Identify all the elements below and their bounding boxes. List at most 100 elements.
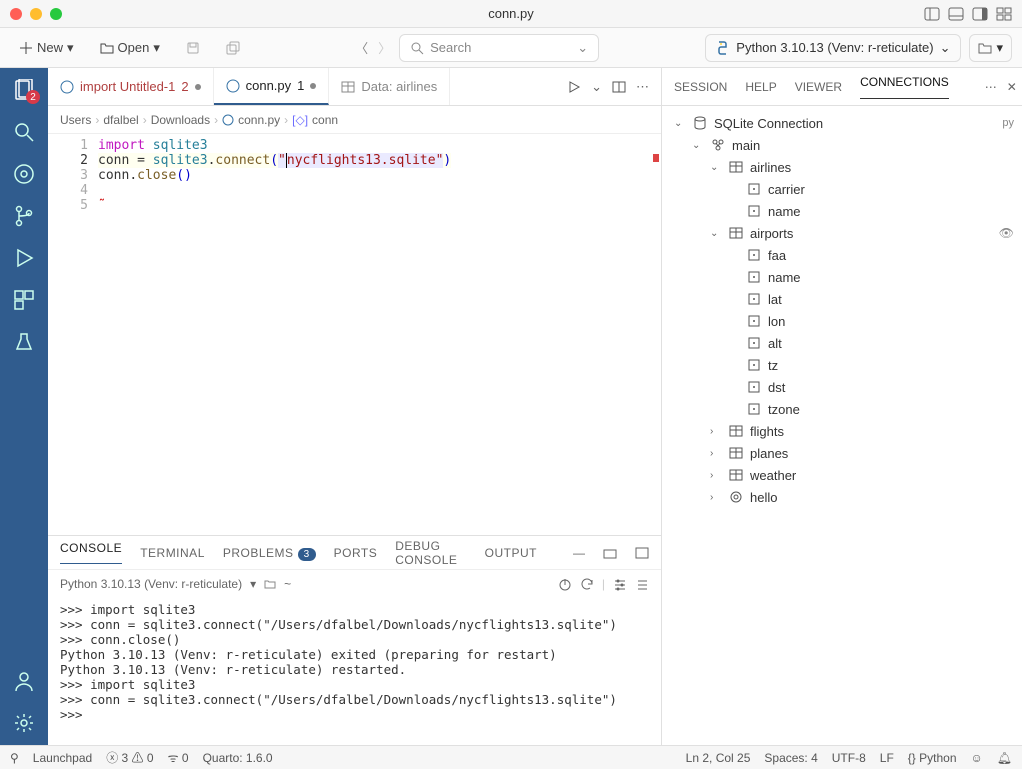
status-feedback-icon[interactable]: ☺ <box>971 751 983 765</box>
run-debug-icon[interactable] <box>12 246 36 270</box>
tree-row[interactable]: name <box>670 200 1014 222</box>
new-button[interactable]: New ▾ <box>10 35 83 61</box>
search-side-icon[interactable] <box>12 120 36 144</box>
working-dir-button[interactable]: ▾ <box>969 34 1012 62</box>
tree-node-label: alt <box>768 336 782 351</box>
status-spaces[interactable]: Spaces: 4 <box>764 751 817 765</box>
tree-row[interactable]: alt <box>670 332 1014 354</box>
save-all-button[interactable] <box>217 36 249 60</box>
console-output[interactable]: >>> import sqlite3 >>> conn = sqlite3.co… <box>48 598 661 745</box>
tab-viewer[interactable]: VIEWER <box>795 80 842 94</box>
launchpad-icon[interactable]: ⚲ <box>10 751 19 765</box>
panel-left-icon[interactable] <box>924 6 940 22</box>
tree-row[interactable]: lon <box>670 310 1014 332</box>
console-interpreter[interactable]: Python 3.10.13 (Venv: r-reticulate) <box>60 577 242 591</box>
list-icon[interactable] <box>635 577 649 591</box>
tab-ports[interactable]: PORTS <box>334 546 378 560</box>
tab-problems[interactable]: PROBLEMS3 <box>223 546 316 560</box>
tree-row[interactable]: ›planes <box>670 442 1014 464</box>
status-encoding[interactable]: UTF-8 <box>832 751 866 765</box>
status-ports[interactable]: ᯤ 0 <box>168 749 189 766</box>
nav-back-icon[interactable]: 〈 <box>355 38 368 57</box>
tab-debug-console[interactable]: DEBUG CONSOLE <box>395 539 466 567</box>
editor-error-marker <box>653 154 659 162</box>
tree-row[interactable]: lat <box>670 288 1014 310</box>
layout-grid-icon[interactable] <box>996 6 1012 22</box>
tree-row[interactable]: ›flights <box>670 420 1014 442</box>
code-body[interactable]: import sqlite3conn = sqlite3.connect("ny… <box>98 134 451 535</box>
panel-right-icon[interactable] <box>972 6 988 22</box>
python-icon <box>222 114 234 126</box>
tree-row[interactable]: ⌄airlines <box>670 156 1014 178</box>
testing-icon[interactable] <box>12 330 36 354</box>
panel-tabs: CONSOLE TERMINAL PROBLEMS3 PORTS DEBUG C… <box>48 536 661 570</box>
interpreter-picker[interactable]: Python 3.10.13 (Venv: r-reticulate) ⌄ <box>705 34 961 62</box>
tree-row[interactable]: name <box>670 266 1014 288</box>
settings-icon[interactable] <box>613 577 627 591</box>
extensions-icon[interactable] <box>12 288 36 312</box>
tab-conn-py[interactable]: conn.py 1 <box>214 68 330 105</box>
status-lang[interactable]: {} Python <box>908 751 957 765</box>
panel-maximize-icon[interactable] <box>635 546 649 560</box>
tab-data-airlines[interactable]: Data: airlines <box>329 68 450 105</box>
search-input[interactable]: Search ⌄ <box>399 34 599 62</box>
nav-forward-icon[interactable]: 〉 <box>378 38 391 57</box>
breadcrumb[interactable]: Users› dfalbel› Downloads› conn.py› [◇] … <box>48 106 661 134</box>
tree-row[interactable]: faa <box>670 244 1014 266</box>
close-icon[interactable] <box>10 8 22 20</box>
power-icon[interactable] <box>558 577 572 591</box>
tab-terminal[interactable]: TERMINAL <box>140 546 205 560</box>
tree-row[interactable]: ›hello <box>670 486 1014 508</box>
tree-row[interactable]: tz <box>670 354 1014 376</box>
branch-icon[interactable] <box>12 204 36 228</box>
status-position[interactable]: Ln 2, Col 25 <box>686 751 751 765</box>
tree-node-icon <box>746 204 762 218</box>
panel-minimize-icon[interactable]: — <box>573 546 585 560</box>
chevron-icon: ⌄ <box>692 140 704 151</box>
tree-row[interactable]: tzone <box>670 398 1014 420</box>
split-editor-icon[interactable] <box>612 80 626 94</box>
account-icon[interactable] <box>12 669 36 693</box>
tree-row[interactable]: ⌄SQLite Connectionpy <box>670 112 1014 134</box>
panel-bottom-icon[interactable] <box>948 6 964 22</box>
tree-row[interactable]: carrier <box>670 178 1014 200</box>
chevron-down-icon[interactable]: ⌄ <box>591 79 602 95</box>
maximize-icon[interactable] <box>50 8 62 20</box>
tab-session[interactable]: SESSION <box>674 80 727 94</box>
run-file-icon[interactable] <box>567 80 581 94</box>
code-editor[interactable]: 1 2 3 4 5 import sqlite3conn = sqlite3.c… <box>48 134 661 535</box>
tab-console[interactable]: CONSOLE <box>60 541 122 564</box>
status-errors[interactable]: ⓧ 3 ⚠ 0 <box>106 749 153 766</box>
tab-help[interactable]: HELP <box>745 80 776 94</box>
tree-node-label: planes <box>750 446 788 461</box>
save-button[interactable] <box>177 36 209 60</box>
tab-connections[interactable]: CONNECTIONS <box>860 75 949 99</box>
more-icon[interactable]: ⋯ <box>985 80 997 94</box>
settings-icon[interactable] <box>12 711 36 735</box>
source-control-icon[interactable] <box>12 162 36 186</box>
tree-row[interactable]: dst <box>670 376 1014 398</box>
tree-row[interactable]: ⌄main <box>670 134 1014 156</box>
eye-icon[interactable]: 👁︎ <box>999 226 1014 240</box>
tree-row[interactable]: ⌄airports👁︎ <box>670 222 1014 244</box>
close-panel-icon[interactable]: ✕ <box>1007 80 1017 94</box>
chevron-down-icon: ▾ <box>996 40 1003 56</box>
tab-output[interactable]: OUTPUT <box>485 546 537 560</box>
connections-tree[interactable]: ⌄SQLite Connectionpy⌄main⌄airlinescarrie… <box>662 106 1022 745</box>
restart-icon[interactable] <box>580 577 594 591</box>
status-quarto[interactable]: Quarto: 1.6.0 <box>203 751 273 765</box>
status-launchpad[interactable]: Launchpad <box>33 751 92 765</box>
chevron-down-icon[interactable]: ▾ <box>250 577 256 591</box>
console-cwd[interactable]: ~ <box>284 577 291 591</box>
more-icon[interactable]: ⋯ <box>636 79 649 95</box>
window-title: conn.py <box>488 6 534 21</box>
panel-move-icon[interactable] <box>603 546 617 560</box>
open-button[interactable]: Open ▾ <box>91 35 169 61</box>
status-bell-icon[interactable]: 🔔︎ <box>997 751 1012 765</box>
tree-row[interactable]: ›weather <box>670 464 1014 486</box>
status-eol[interactable]: LF <box>880 751 894 765</box>
tab-label: conn.py <box>246 78 292 93</box>
explorer-icon[interactable]: 2 <box>12 78 36 102</box>
tab-import-untitled[interactable]: import Untitled-1 2 <box>48 68 214 105</box>
minimize-icon[interactable] <box>30 8 42 20</box>
